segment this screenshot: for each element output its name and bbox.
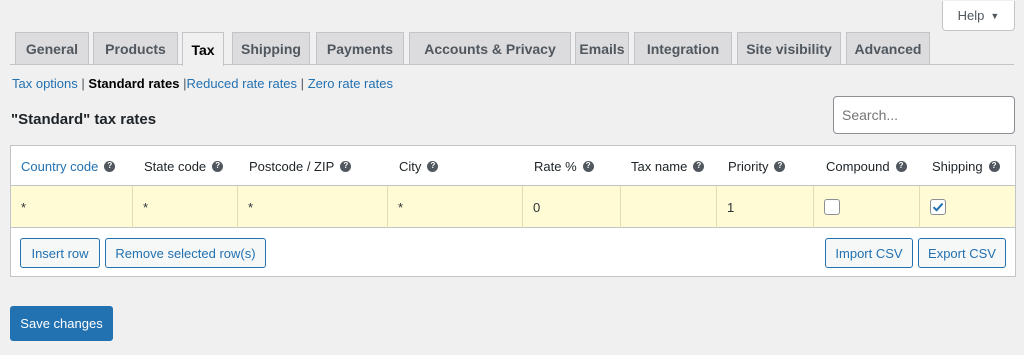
remove-rows-button[interactable]: Remove selected row(s) [105, 238, 266, 268]
tabs-divider [10, 64, 1014, 65]
settings-tabs: General Products Tax Shipping Payments A… [15, 32, 1024, 66]
subnav-separator: | [300, 76, 305, 91]
state-code-cell[interactable]: * [133, 186, 238, 228]
postcode-cell[interactable]: * [238, 186, 388, 228]
tab-integration[interactable]: Integration [634, 32, 732, 65]
tab-general[interactable]: General [15, 32, 89, 65]
checkmark-icon [932, 202, 944, 212]
column-label: Rate % [534, 158, 577, 174]
column-header-shipping: Shipping? [932, 146, 1000, 186]
help-button[interactable]: Help ▼ [942, 1, 1015, 31]
help-icon[interactable]: ? [774, 160, 786, 172]
subnav-tax-options[interactable]: Tax options [12, 76, 78, 91]
tax-subnav: Tax options | Standard rates |Reduced ra… [12, 76, 393, 91]
column-label: City [399, 158, 422, 174]
tab-tax[interactable]: Tax [182, 32, 224, 66]
column-label: Tax name [631, 158, 688, 174]
help-icon[interactable]: ? [693, 160, 705, 172]
tab-site-visibility[interactable]: Site visibility [737, 32, 841, 65]
column-label: State code [144, 158, 207, 174]
tab-products[interactable]: Products [93, 32, 178, 65]
compound-cell [814, 186, 920, 228]
column-label: Postcode / ZIP [249, 158, 335, 174]
save-button[interactable]: Save changes [10, 306, 113, 341]
column-header-tax-name: Tax name? [631, 146, 705, 186]
shipping-checkbox[interactable] [930, 199, 946, 215]
help-label: Help [957, 8, 985, 23]
country-code-cell[interactable]: * [11, 186, 133, 228]
page-title: "Standard" tax rates [11, 111, 157, 128]
tab-emails[interactable]: Emails [575, 32, 629, 65]
column-header-city: City? [399, 146, 439, 186]
help-icon[interactable]: ? [988, 160, 1000, 172]
tax-rates-table: Country code? State code? Postcode / ZIP… [10, 145, 1016, 277]
help-icon[interactable]: ? [212, 160, 224, 172]
subnav-zero-rates[interactable]: Zero rate rates [308, 76, 393, 91]
tab-payments[interactable]: Payments [316, 32, 404, 65]
column-label: Country code [21, 158, 99, 174]
search-input[interactable] [833, 96, 1015, 134]
column-header-postcode: Postcode / ZIP? [249, 146, 352, 186]
help-icon[interactable]: ? [582, 160, 594, 172]
help-icon[interactable]: ? [340, 160, 352, 172]
tax-name-cell[interactable] [621, 186, 717, 228]
city-cell[interactable]: * [388, 186, 523, 228]
insert-row-button[interactable]: Insert row [20, 238, 100, 268]
chevron-down-icon: ▼ [990, 10, 1000, 21]
tab-shipping[interactable]: Shipping [232, 32, 310, 65]
subnav-standard-rates: Standard rates [88, 76, 180, 91]
import-csv-button[interactable]: Import CSV [825, 238, 913, 268]
column-header-rate: Rate %? [534, 146, 594, 186]
help-icon[interactable]: ? [895, 160, 907, 172]
shipping-cell [920, 186, 1015, 228]
rate-cell[interactable]: 0 [523, 186, 621, 228]
compound-checkbox[interactable] [824, 199, 840, 215]
help-icon[interactable]: ? [427, 160, 439, 172]
subnav-reduced-rates[interactable]: Reduced rate rates [186, 76, 297, 91]
column-header-state-code: State code? [144, 146, 224, 186]
export-csv-button[interactable]: Export CSV [918, 238, 1006, 268]
column-header-priority: Priority? [728, 146, 786, 186]
table-header: Country code? State code? Postcode / ZIP… [11, 146, 1015, 186]
tab-advanced[interactable]: Advanced [846, 32, 930, 65]
table-row[interactable]: * * * * 0 1 [11, 186, 1015, 228]
column-label: Priority [728, 158, 769, 174]
priority-cell[interactable]: 1 [717, 186, 814, 228]
tab-accounts-privacy[interactable]: Accounts & Privacy [409, 32, 571, 65]
column-label: Compound [826, 158, 890, 174]
subnav-separator: | [81, 76, 85, 91]
column-header-country-code[interactable]: Country code? [21, 146, 116, 186]
column-label: Shipping [932, 158, 983, 174]
column-header-compound: Compound? [826, 146, 907, 186]
help-icon[interactable]: ? [104, 160, 116, 172]
table-actions: Insert row Remove selected row(s) Import… [11, 228, 1015, 276]
